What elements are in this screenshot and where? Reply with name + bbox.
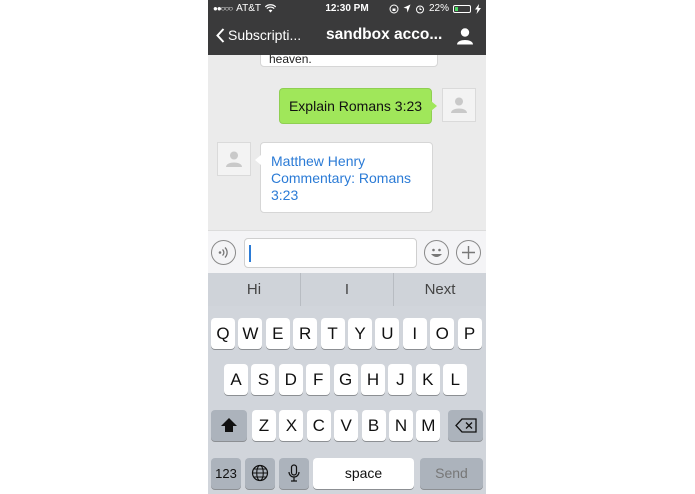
key-t[interactable]: T [320,318,345,349]
key-h[interactable]: H [361,364,385,395]
battery-percent: 22% [428,3,449,14]
key-d[interactable]: D [278,364,303,395]
key-i[interactable]: I [402,318,427,349]
message-input[interactable] [244,238,417,268]
profile-icon[interactable] [456,27,474,45]
key-l[interactable]: L [443,364,468,395]
user-silhouette-icon [451,97,467,113]
key-m[interactable]: M [416,410,441,441]
key-e[interactable]: E [265,318,290,349]
key-w[interactable]: W [238,318,263,349]
key-q[interactable]: Q [211,318,235,349]
previous-message-bubble[interactable]: heaven. [260,55,438,67]
key-g[interactable]: G [333,364,358,395]
numbers-key[interactable]: 123 [211,458,241,489]
space-key[interactable]: space [313,458,414,489]
key-r[interactable]: R [293,318,318,349]
location-icon [403,4,411,13]
key-o[interactable]: O [430,318,455,349]
key-u[interactable]: U [375,318,400,349]
chevron-left-icon [216,27,225,43]
microphone-icon [288,464,300,482]
voice-icon [218,247,228,258]
predictive-bar: Hi I Next [208,273,486,306]
status-bar: ●●○○○ AT&T 12:30 PM 22% [208,0,486,18]
shift-arrow-icon [221,418,237,432]
smiley-icon [431,248,442,257]
back-label: Subscripti... [228,27,302,43]
key-c[interactable]: C [306,410,331,441]
key-s[interactable]: S [251,364,276,395]
voice-button[interactable] [211,240,236,265]
status-right: 22% [389,3,481,14]
key-b[interactable]: B [361,410,386,441]
key-f[interactable]: F [306,364,331,395]
more-options-button[interactable] [456,240,481,265]
send-key[interactable]: Send [420,458,483,489]
battery-icon [453,4,471,13]
key-k[interactable]: K [415,364,440,395]
outgoing-message-text: Explain Romans 3:23 [288,98,423,114]
delete-key[interactable] [448,410,483,441]
alarm-icon [415,5,424,13]
key-z[interactable]: Z [252,410,276,441]
nav-bar: Subscripti... sandbox acco... [208,18,486,55]
globe-key[interactable] [245,458,275,489]
chat-area[interactable]: heaven. Explain Romans 3:23 Matthew Henr… [208,55,486,230]
incoming-message-bubble: Matthew Henry Commentary: Romans 3:23 [255,142,433,213]
phone-screen: ●●○○○ AT&T 12:30 PM 22% Subscripti... sa… [208,0,486,494]
emoji-button[interactable] [424,240,449,265]
keyboard: 123 space Send QWERTYUIOP ASDFGHJKL ZXCVBN… [208,306,486,494]
key-y[interactable]: Y [348,318,372,349]
lock-rotation-icon [389,4,399,13]
contact-avatar[interactable] [217,142,251,176]
key-v[interactable]: V [334,410,359,441]
previous-message-text: heaven. [269,55,312,66]
input-bar [208,230,486,273]
backspace-icon [454,418,477,433]
outgoing-message-bubble[interactable]: Explain Romans 3:23 [279,88,437,124]
shift-key[interactable] [211,410,247,441]
commentary-link[interactable]: Matthew Henry Commentary: Romans 3:23 [271,153,411,203]
key-n[interactable]: N [389,410,413,441]
plus-icon [462,246,475,259]
suggestion-2[interactable]: I [300,273,393,306]
key-p[interactable]: P [457,318,482,349]
key-a[interactable]: A [224,364,248,395]
back-button[interactable]: Subscripti... [216,27,314,43]
text-caret [249,245,251,262]
suggestion-3[interactable]: Next [393,273,486,306]
dictation-key[interactable] [279,458,309,489]
conversation-title: sandbox acco... [326,26,443,43]
charging-icon [475,3,481,14]
globe-icon [251,464,269,482]
battery-fill [455,6,458,11]
my-avatar[interactable] [442,88,476,122]
user-silhouette-icon [226,151,242,167]
key-x[interactable]: X [279,410,304,441]
key-j[interactable]: J [388,364,413,395]
suggestion-1[interactable]: Hi [208,273,300,306]
